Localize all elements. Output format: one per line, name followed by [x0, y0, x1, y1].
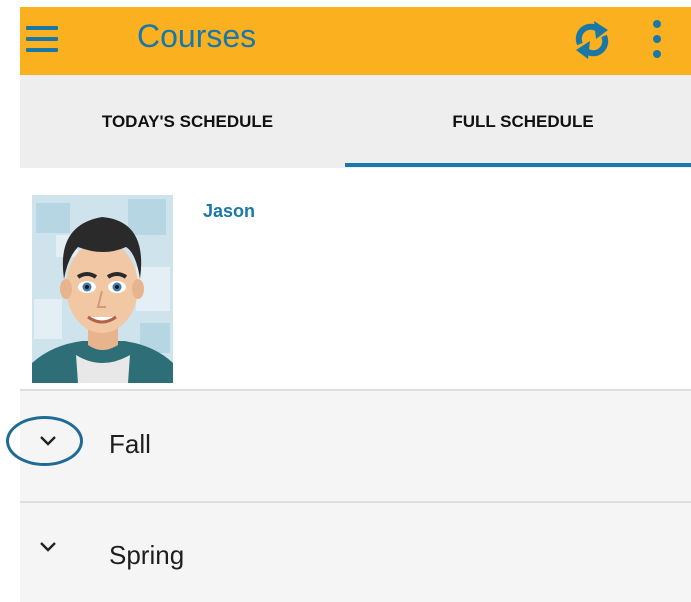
chevron-down-icon[interactable]: [38, 434, 58, 448]
term-row-fall[interactable]: Fall: [6, 391, 691, 501]
avatar: [32, 195, 173, 383]
app-screen: Courses TODAY'S SCHEDULE FULL SCHEDULE J…: [6, 7, 691, 602]
more-vert-icon[interactable]: [650, 20, 664, 62]
term-label: Fall: [109, 429, 151, 459]
term-label: Spring: [109, 540, 185, 570]
hamburger-menu-icon[interactable]: [26, 26, 58, 52]
tab-bar: TODAY'S SCHEDULE FULL SCHEDULE: [20, 75, 691, 168]
page-title: Courses: [137, 18, 257, 54]
tab-todays-schedule[interactable]: TODAY'S SCHEDULE: [20, 75, 355, 168]
selected-tab-indicator: [345, 163, 691, 167]
student-name[interactable]: Jason: [203, 201, 255, 222]
chevron-down-icon[interactable]: [38, 540, 58, 554]
student-profile: Jason: [20, 168, 691, 390]
app-bar: Courses: [20, 7, 691, 75]
sync-icon[interactable]: [572, 17, 612, 63]
term-row-spring[interactable]: Spring: [20, 503, 691, 602]
tab-full-schedule[interactable]: FULL SCHEDULE: [355, 75, 691, 168]
